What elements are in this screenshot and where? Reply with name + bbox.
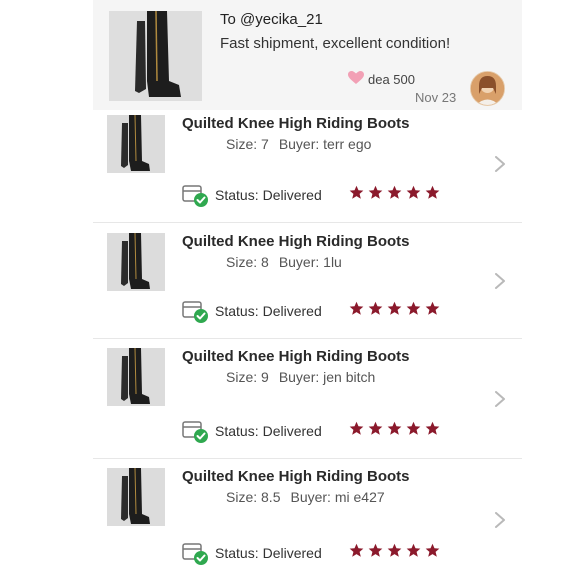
order-status: Status: Delivered xyxy=(215,303,326,319)
star-icon xyxy=(368,543,383,557)
order-meta: Size: 8 Buyer: 1lu xyxy=(226,254,352,270)
order-row[interactable]: Quilted Knee High Riding Boots Size: 9 Buy… xyxy=(93,343,522,458)
order-title[interactable]: Quilted Knee High Riding Boots xyxy=(182,348,410,365)
chevron-right-icon[interactable] xyxy=(494,390,506,407)
star-icon xyxy=(349,543,364,557)
status-value: Delivered xyxy=(262,187,322,203)
star-icon xyxy=(387,185,402,199)
divider xyxy=(93,338,522,339)
divider xyxy=(93,222,522,223)
status-value: Delivered xyxy=(262,423,322,439)
heart-icon xyxy=(348,71,364,84)
order-status: Status: Delivered xyxy=(215,545,326,561)
order-title[interactable]: Quilted Knee High Riding Boots xyxy=(182,233,410,250)
star-icon xyxy=(406,301,421,315)
product-thumbnail[interactable] xyxy=(107,348,165,406)
star-icon xyxy=(406,543,421,557)
star-icon xyxy=(349,421,364,435)
product-thumbnail[interactable] xyxy=(107,468,165,526)
rating-stars xyxy=(349,185,444,205)
package-delivered-icon xyxy=(182,421,208,443)
order-buyer: Buyer: 1lu xyxy=(278,254,342,270)
star-icon xyxy=(425,301,440,315)
order-row[interactable]: Quilted Knee High Riding Boots Size: 8.5 B… xyxy=(93,463,522,580)
review-author[interactable]: dea 500 xyxy=(368,72,415,87)
star-icon xyxy=(425,185,440,199)
order-row[interactable]: Quilted Knee High Riding Boots Size: 7 Buy… xyxy=(93,110,522,222)
package-delivered-icon xyxy=(182,543,208,565)
star-icon xyxy=(425,421,440,435)
chevron-right-icon[interactable] xyxy=(494,273,506,289)
avatar[interactable] xyxy=(470,71,505,106)
star-icon xyxy=(368,421,383,435)
order-row[interactable]: Quilted Knee High Riding Boots Size: 8 Buy… xyxy=(93,228,522,338)
order-status: Status: Delivered xyxy=(215,423,326,439)
order-buyer: Buyer: terr ego xyxy=(278,136,372,152)
product-thumbnail[interactable] xyxy=(107,115,165,173)
order-buyer: Buyer: jen bitch xyxy=(278,369,376,385)
order-buyer: Buyer: mi e427 xyxy=(290,489,385,505)
order-size: Size: 9 xyxy=(226,369,269,385)
status-label: Status: xyxy=(215,187,259,203)
star-icon xyxy=(387,301,402,315)
order-title[interactable]: Quilted Knee High Riding Boots xyxy=(182,115,410,132)
order-meta: Size: 9 Buyer: jen bitch xyxy=(226,369,385,385)
status-value: Delivered xyxy=(262,303,322,319)
order-meta: Size: 7 Buyer: terr ego xyxy=(226,136,381,152)
order-meta: Size: 8.5 Buyer: mi e427 xyxy=(226,489,395,505)
order-size: Size: 8 xyxy=(226,254,269,270)
review-date: Nov 23 xyxy=(415,90,457,105)
status-label: Status: xyxy=(215,423,259,439)
rating-stars xyxy=(349,421,444,441)
package-delivered-icon xyxy=(182,185,208,207)
review-message: Fast shipment, excellent condition! xyxy=(220,35,451,52)
status-label: Status: xyxy=(215,303,259,319)
order-size: Size: 7 xyxy=(226,136,269,152)
star-icon xyxy=(368,301,383,315)
rating-stars xyxy=(349,543,444,563)
divider xyxy=(93,458,522,459)
review-product-thumbnail[interactable] xyxy=(109,11,202,101)
order-title[interactable]: Quilted Knee High Riding Boots xyxy=(182,468,410,485)
chevron-right-icon[interactable] xyxy=(494,156,506,172)
order-status: Status: Delivered xyxy=(215,187,326,203)
status-value: Delivered xyxy=(262,545,322,561)
star-icon xyxy=(425,543,440,557)
status-label: Status: xyxy=(215,545,259,561)
review-card: To @yecika_21 Fast shipment, excellent c… xyxy=(93,0,522,110)
order-size: Size: 8.5 xyxy=(226,489,281,505)
chevron-right-icon[interactable] xyxy=(494,511,506,528)
star-icon xyxy=(406,185,421,199)
star-icon xyxy=(349,301,364,315)
star-icon xyxy=(406,421,421,435)
star-icon xyxy=(387,421,402,435)
rating-stars xyxy=(349,301,444,321)
package-delivered-icon xyxy=(182,301,208,323)
star-icon xyxy=(368,185,383,199)
review-recipient: To @yecika_21 xyxy=(220,11,323,28)
star-icon xyxy=(349,185,364,199)
product-thumbnail[interactable] xyxy=(107,233,165,291)
star-icon xyxy=(387,543,402,557)
